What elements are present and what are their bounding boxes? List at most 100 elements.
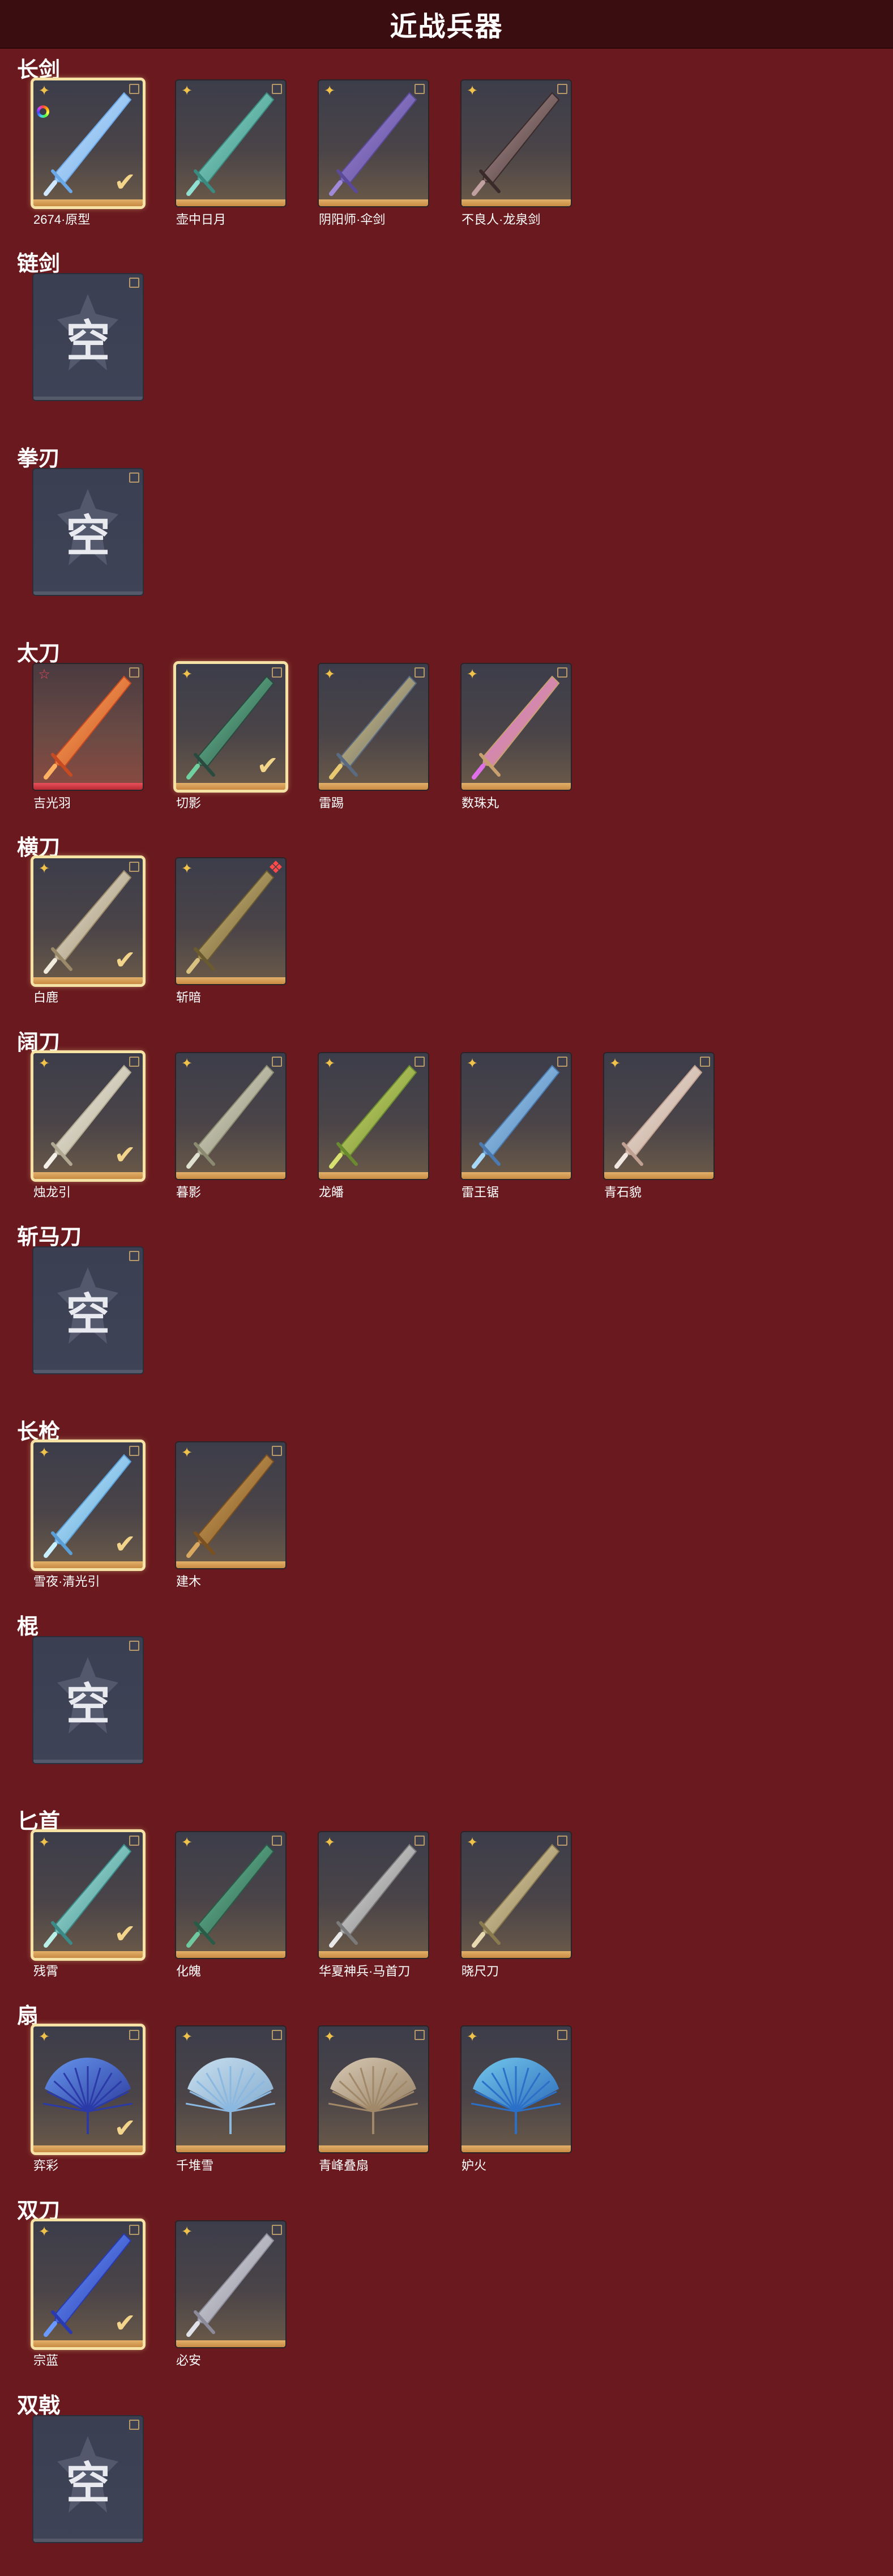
weapon-item[interactable]: ✦ ✔ 弈彩 bbox=[33, 2026, 143, 2174]
check-icon: ✔ bbox=[114, 1140, 136, 1169]
empty-slot-card[interactable]: 空 bbox=[33, 469, 143, 595]
weapon-art bbox=[472, 1843, 560, 1948]
empty-slot-card[interactable]: 空 bbox=[33, 274, 143, 400]
weapon-item[interactable]: ✦ 青峰叠扇 bbox=[319, 2026, 428, 2174]
rarity-bar bbox=[319, 783, 428, 790]
weapon-card[interactable]: ✦ bbox=[176, 1053, 285, 1179]
section-title: 双刀 bbox=[17, 2199, 61, 2223]
weapon-art bbox=[186, 1065, 275, 1169]
weapon-item[interactable]: ✦ ✔ 切影 bbox=[176, 664, 285, 811]
corner-frame-icon bbox=[129, 278, 139, 288]
weapon-item[interactable]: ✦ ❖ 斩暗 bbox=[176, 858, 285, 1006]
weapon-item[interactable]: ☆ 吉光羽 bbox=[33, 664, 143, 811]
weapon-card[interactable]: ☆ bbox=[33, 664, 143, 790]
weapon-art bbox=[329, 1065, 417, 1169]
weapon-card[interactable]: ✦ ✔ bbox=[33, 1832, 143, 1958]
section-title: 双戟 bbox=[17, 2394, 61, 2418]
section-title: 斩马刀 bbox=[17, 1225, 82, 1249]
weapon-card[interactable]: ✦ bbox=[462, 1053, 571, 1179]
empty-slot-card[interactable]: 空 bbox=[33, 1637, 143, 1763]
empty-weapon-slot[interactable]: 空 bbox=[33, 274, 143, 400]
corner-frame-icon bbox=[129, 472, 139, 483]
weapon-card[interactable]: ✦ bbox=[604, 1053, 713, 1179]
rarity-bar bbox=[33, 591, 143, 595]
weapon-item[interactable]: ✦ 雷王锯 bbox=[462, 1053, 571, 1200]
weapon-card[interactable]: ✦ bbox=[319, 1832, 428, 1958]
weapon-card[interactable]: ✦ bbox=[176, 1442, 285, 1568]
weapon-item[interactable]: ✦ ✔ 宗蓝 bbox=[33, 2221, 143, 2369]
empty-weapon-slot[interactable]: 空 bbox=[33, 1247, 143, 1373]
corner-frame-icon bbox=[415, 667, 425, 678]
weapon-card[interactable]: ✦ bbox=[176, 2026, 285, 2152]
weapon-card[interactable]: ✦ ✔ bbox=[33, 2221, 143, 2347]
check-icon: ✔ bbox=[257, 751, 279, 780]
weapon-card[interactable]: ✦ bbox=[462, 2026, 571, 2152]
weapon-card[interactable]: ✦ ✔ bbox=[176, 664, 285, 790]
weapon-item[interactable]: ✦ 龙皤 bbox=[319, 1053, 428, 1200]
weapon-item[interactable]: ✦ 壶中日月 bbox=[176, 80, 285, 228]
weapon-item[interactable]: ✦ 数珠丸 bbox=[462, 664, 571, 811]
rarity-bar bbox=[319, 1951, 428, 1958]
weapon-name: 妒火 bbox=[462, 2158, 487, 2173]
weapon-item[interactable]: ✦ 不良人·龙泉剑 bbox=[462, 80, 571, 228]
weapon-card[interactable]: ✦ bbox=[176, 1832, 285, 1958]
weapon-item[interactable]: ✦ ✔ 2674·原型 bbox=[33, 80, 143, 228]
weapon-card[interactable]: ✦ bbox=[176, 80, 285, 206]
weapon-item[interactable]: ✦ ✔ 残霄 bbox=[33, 1832, 143, 1979]
star-badge-icon: ✦ bbox=[181, 83, 193, 99]
corner-frame-icon bbox=[415, 1057, 425, 1067]
corner-frame-icon bbox=[272, 667, 282, 678]
weapon-item[interactable]: ✦ 暮影 bbox=[176, 1053, 285, 1200]
weapon-card[interactable]: ✦ bbox=[319, 1053, 428, 1179]
weapon-card[interactable]: ✦ bbox=[319, 2026, 428, 2152]
weapon-item[interactable]: ✦ 建木 bbox=[176, 1442, 285, 1590]
weapon-card[interactable]: ✦ ✔ bbox=[33, 1053, 143, 1179]
weapon-card[interactable]: ✦ ✔ bbox=[33, 2026, 143, 2152]
rarity-bar bbox=[33, 199, 143, 206]
weapon-card[interactable]: ✦ bbox=[462, 664, 571, 790]
weapon-item[interactable]: ✦ ✔ 烛龙引 bbox=[33, 1053, 143, 1200]
section-title: 扇 bbox=[17, 2004, 39, 2028]
weapon-card[interactable]: ✦ bbox=[319, 80, 428, 206]
weapon-item[interactable]: ✦ 必安 bbox=[176, 2221, 285, 2369]
corner-frame-icon bbox=[557, 1836, 567, 1846]
weapon-item[interactable]: ✦ 化魄 bbox=[176, 1832, 285, 1979]
weapon-card[interactable]: ✦ bbox=[176, 2221, 285, 2347]
rarity-bar bbox=[462, 1951, 571, 1958]
weapon-card[interactable]: ✦ bbox=[462, 80, 571, 206]
weapon-item[interactable]: ✦ 华夏神兵·马首刀 bbox=[319, 1832, 428, 1979]
corner-frame-icon bbox=[272, 84, 282, 94]
weapon-row: ✦ ✔ 弈彩 ✦ 千堆雪 ✦ 青峰叠扇 ✦ 妒火 bbox=[33, 2026, 604, 2174]
weapon-name: 白鹿 bbox=[33, 990, 59, 1004]
star-badge-icon: ✦ bbox=[466, 1835, 478, 1850]
weapon-item[interactable]: ✦ 晓尺刀 bbox=[462, 1832, 571, 1979]
weapon-card[interactable]: ✦ ✔ bbox=[33, 1442, 143, 1568]
weapon-item[interactable]: ✦ 青石貌 bbox=[604, 1053, 713, 1200]
weapon-card[interactable]: ✦ ✔ bbox=[33, 858, 143, 984]
weapon-item[interactable]: ✦ ✔ 雪夜·清光引 bbox=[33, 1442, 143, 1590]
rarity-bar bbox=[176, 2340, 285, 2347]
empty-slot-card[interactable]: 空 bbox=[33, 2416, 143, 2542]
weapon-item[interactable]: ✦ 雷踢 bbox=[319, 664, 428, 811]
star-badge-icon: ✦ bbox=[38, 2029, 50, 2045]
weapon-card[interactable]: ✦ bbox=[462, 1832, 571, 1958]
empty-slot-card[interactable]: 空 bbox=[33, 1247, 143, 1373]
weapon-card[interactable]: ✦ ❖ bbox=[176, 858, 285, 984]
weapon-item[interactable]: ✦ 千堆雪 bbox=[176, 2026, 285, 2174]
section-title: 太刀 bbox=[17, 642, 61, 666]
weapon-item[interactable]: ✦ 阴阳师·伞剑 bbox=[319, 80, 428, 228]
empty-weapon-slot[interactable]: 空 bbox=[33, 469, 143, 595]
star-badge-icon: ✦ bbox=[38, 83, 50, 99]
empty-weapon-slot[interactable]: 空 bbox=[33, 1637, 143, 1763]
weapon-card[interactable]: ✦ bbox=[319, 664, 428, 790]
weapon-item[interactable]: ✦ 妒火 bbox=[462, 2026, 571, 2174]
weapon-card[interactable]: ✦ ✔ bbox=[33, 80, 143, 206]
weapon-art bbox=[186, 92, 275, 196]
empty-weapon-slot[interactable]: 空 bbox=[33, 2416, 143, 2542]
star-badge-icon: ✦ bbox=[323, 1835, 336, 1850]
star-badge-icon: ✦ bbox=[38, 861, 50, 876]
weapon-name: 吉光羽 bbox=[33, 796, 71, 810]
weapon-item[interactable]: ✦ ✔ 白鹿 bbox=[33, 858, 143, 1006]
weapon-name: 雷踢 bbox=[319, 796, 344, 810]
star-badge-icon: ✦ bbox=[181, 1056, 193, 1071]
